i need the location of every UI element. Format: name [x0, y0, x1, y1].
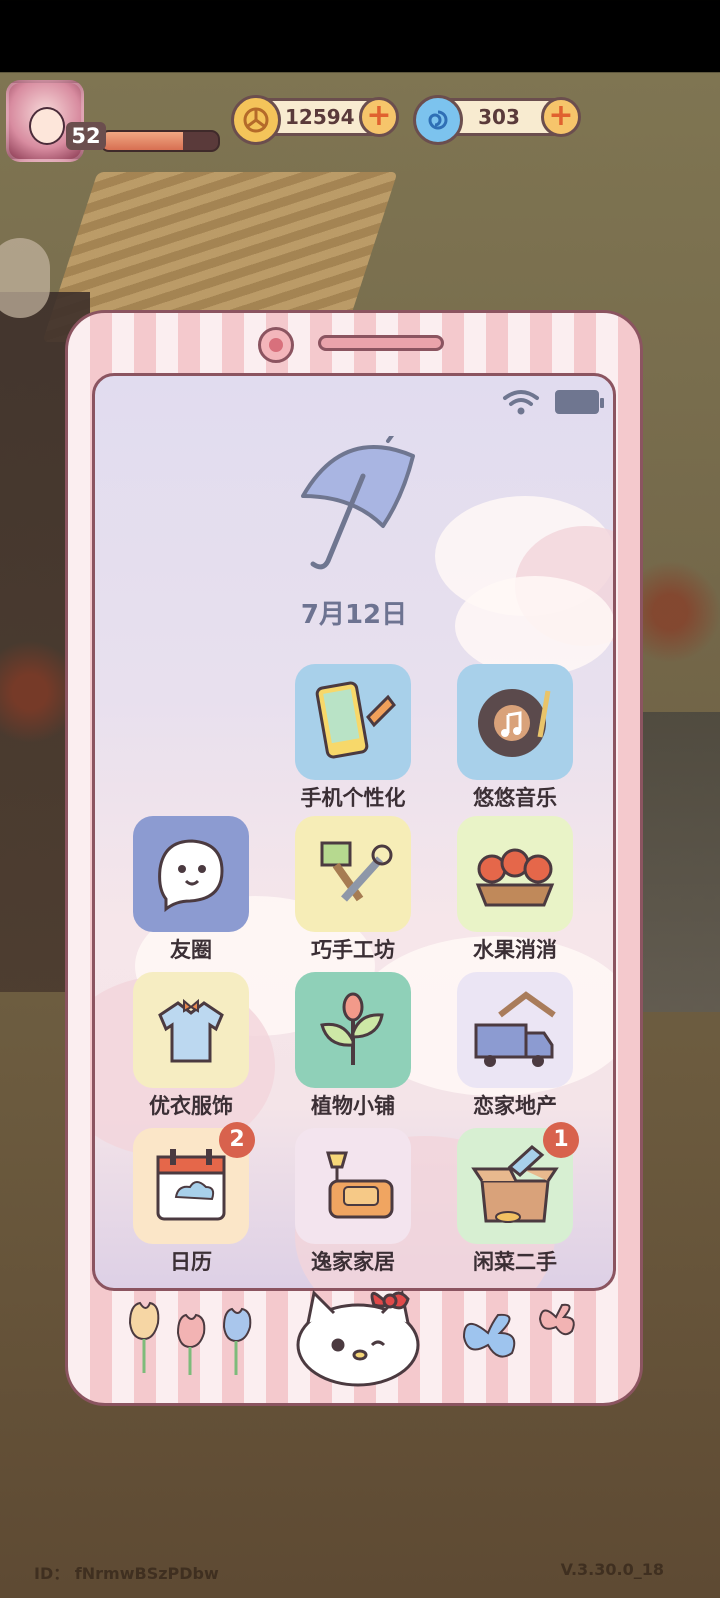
phone-customize-icon [295, 664, 411, 780]
app-label: 手机个性化 [300, 786, 406, 810]
player-level: 52 [66, 122, 106, 150]
swirl-gem-icon [413, 95, 463, 145]
notification-badge: 2 [219, 1122, 255, 1158]
experience-bar [100, 130, 220, 152]
tulips-kitty-butterflies-icon [128, 1289, 575, 1387]
app-label: 优衣服饰 [149, 1094, 233, 1118]
app-label: 水果消消 [473, 938, 557, 962]
player-id: ID： fNrmwBSzPDbw [34, 1564, 219, 1583]
battery-icon [555, 390, 604, 414]
wifi-icon [503, 390, 539, 415]
phone-screen: 7月12日 手机个性化 悠悠音乐 友圈 巧手工坊 水果消消 优衣服饰 植物小铺 … [92, 373, 616, 1291]
app-second-hand[interactable]: 1 闲菜二手 [455, 1122, 579, 1274]
game-version: V.3.30.0_18 [560, 1560, 664, 1579]
moving-truck-icon [457, 972, 573, 1088]
calendar-icon: 2 [133, 1122, 255, 1244]
app-furniture[interactable]: 逸家家居 [293, 1128, 413, 1274]
neighbor-building [640, 712, 720, 1012]
app-real-estate[interactable]: 恋家地产 [455, 972, 575, 1118]
gold-currency: 12594 + [231, 95, 399, 145]
app-calendar[interactable]: 2 日历 [131, 1122, 255, 1274]
gem-currency: 303 + [413, 95, 581, 145]
music-record-icon [457, 664, 573, 780]
status-bar [501, 388, 604, 416]
app-workshop[interactable]: 巧手工坊 [293, 816, 413, 962]
avatar-face [29, 107, 65, 145]
app-label: 日历 [170, 1250, 212, 1274]
plant-icon [295, 972, 411, 1088]
app-label: 友圈 [170, 938, 212, 962]
gem-amount: 303 [478, 105, 520, 129]
app-plant-shop[interactable]: 植物小铺 [293, 972, 413, 1118]
app-fruit-match[interactable]: 水果消消 [455, 816, 575, 962]
phone-camera [258, 327, 294, 363]
gold-amount: 12594 [285, 105, 355, 129]
app-label: 逸家家居 [311, 1250, 395, 1274]
app-label: 巧手工坊 [311, 938, 395, 962]
app-label: 悠悠音乐 [473, 786, 557, 810]
add-gem-button[interactable]: + [541, 97, 581, 137]
umbrella-icon [301, 436, 415, 570]
phone-speaker [318, 335, 444, 351]
app-label: 闲菜二手 [473, 1250, 557, 1274]
tools-icon [295, 816, 411, 932]
app-label: 植物小铺 [311, 1094, 395, 1118]
date-label: 7月12日 [300, 600, 408, 630]
side-menu-button[interactable] [0, 238, 50, 318]
shirt-icon [133, 972, 249, 1088]
gold-coin-icon [231, 95, 281, 145]
app-phone-customize[interactable]: 手机个性化 [293, 664, 413, 810]
sofa-icon [295, 1128, 411, 1244]
phone-decoration [68, 1283, 640, 1387]
fruit-basket-icon [457, 816, 573, 932]
add-gold-button[interactable]: + [359, 97, 399, 137]
ghost-chat-icon [133, 816, 249, 932]
app-label: 恋家地产 [473, 1094, 557, 1118]
box-icon: 1 [457, 1122, 579, 1244]
app-music[interactable]: 悠悠音乐 [455, 664, 575, 810]
app-clothing[interactable]: 优衣服饰 [131, 972, 251, 1118]
footer: ID： fNrmwBSzPDbw V.3.30.0_18 [34, 1560, 664, 1584]
phone-device: 7月12日 手机个性化 悠悠音乐 友圈 巧手工坊 水果消消 优衣服饰 植物小铺 … [65, 310, 643, 1406]
notification-badge: 1 [543, 1122, 579, 1158]
app-friends[interactable]: 友圈 [131, 816, 251, 962]
